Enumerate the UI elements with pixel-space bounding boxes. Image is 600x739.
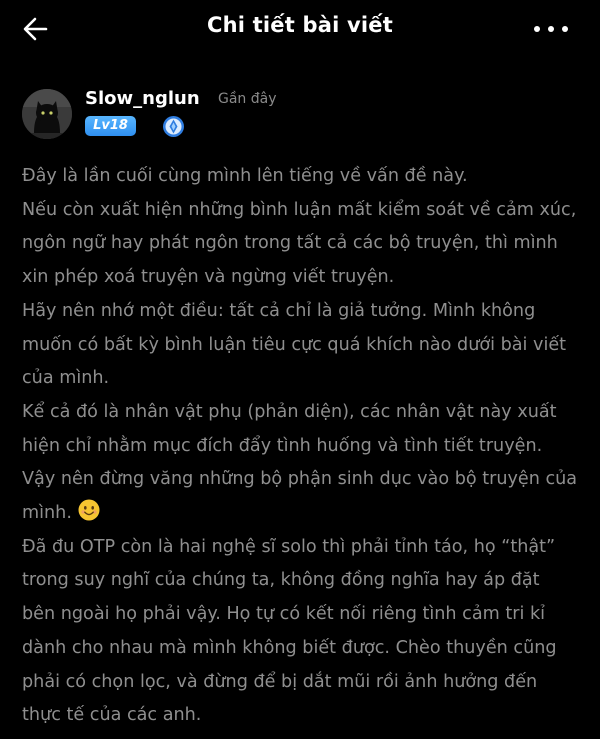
more-horizontal-icon [534,26,540,32]
post-paragraph-with-emoji: Kể cả đó là nhân vật phụ (phản diện), cá… [22,396,578,531]
level-badge: Lv18 [85,116,136,136]
author-header: Slow_nglun Gần đây Lv18 [22,88,582,142]
more-horizontal-icon-dot [548,26,554,32]
post-time: Gần đây [218,91,277,107]
post-content: Đây là lần cuối cùng mình lên tiếng về v… [22,160,578,733]
post-paragraph: Hãy nên nhớ một điều: tất cả chỉ là giả … [22,300,567,389]
more-horizontal-icon-dot [562,26,568,32]
post-paragraph: Nếu còn xuất hiện những bình luận mất ki… [22,199,577,288]
post-paragraph: Đây là lần cuối cùng mình lên tiếng về v… [22,166,468,186]
blue-rank-icon [163,116,184,137]
smiling-face-emoji-icon [78,499,100,521]
black-cat-avatar [22,89,72,139]
post-paragraph: Kể cả đó là nhân vật phụ (phản diện), cá… [22,401,578,524]
avatar[interactable] [22,89,72,139]
author-name[interactable]: Slow_nglun [85,88,200,109]
page-title: Chi tiết bài viết [207,13,393,37]
more-options-button[interactable] [534,26,568,34]
post-paragraph: Đã đu OTP còn là hai nghệ sĩ solo thì ph… [22,536,557,726]
top-bar: Chi tiết bài viết [0,0,600,58]
rank-badge [162,115,185,138]
